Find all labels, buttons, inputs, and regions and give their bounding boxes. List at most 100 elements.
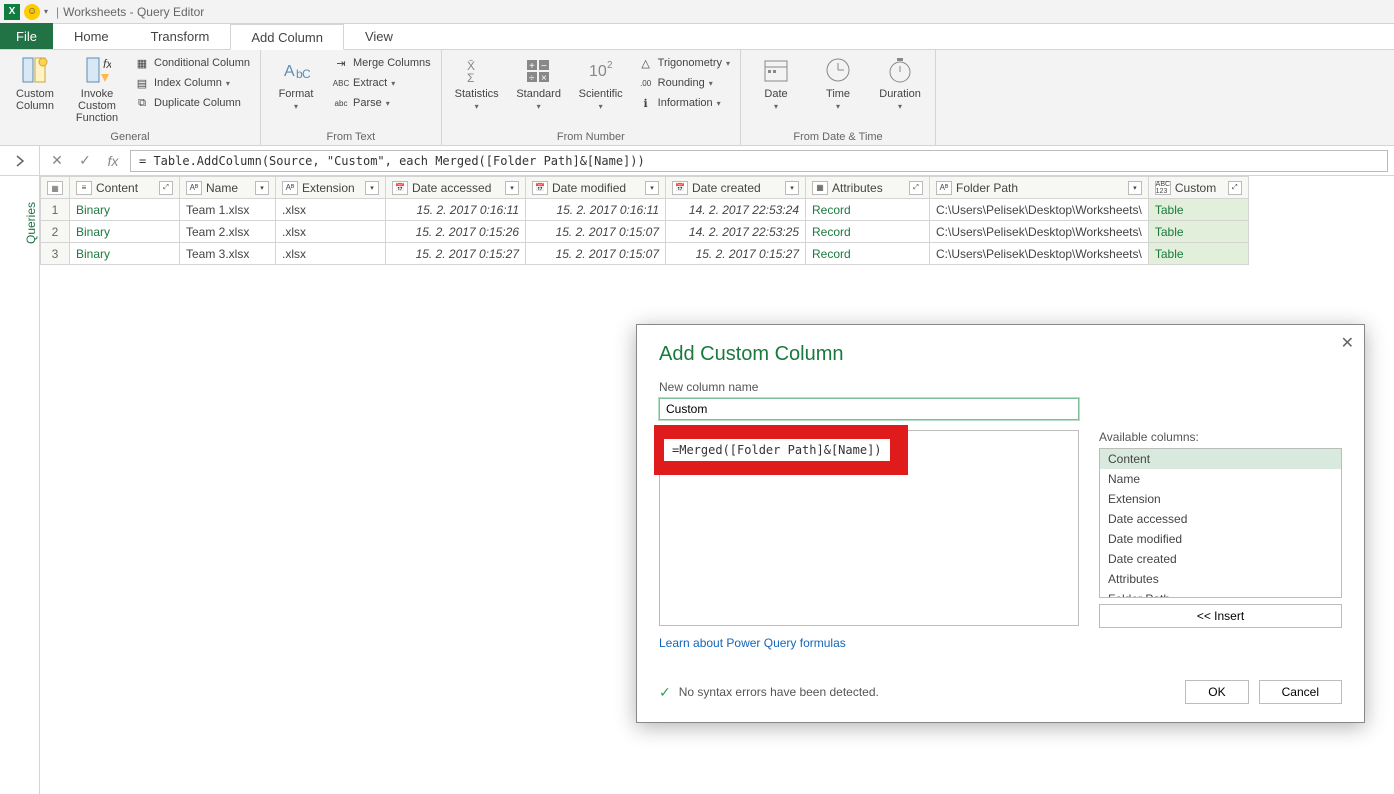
- ribbon-group-from-number: X̄Σ Statistics▾ +−÷× Standard▾ 102 Scien…: [442, 50, 741, 145]
- col-date-modified[interactable]: 📅Date modified▾: [526, 177, 666, 199]
- index-column-button[interactable]: ▤Index Column: [130, 74, 254, 92]
- row-number[interactable]: 1: [41, 199, 70, 221]
- tab-view[interactable]: View: [344, 23, 414, 49]
- cell-content[interactable]: Binary: [70, 243, 180, 265]
- new-column-name-input[interactable]: [659, 398, 1079, 420]
- expand-icon[interactable]: ⤢: [909, 181, 923, 195]
- available-column-item[interactable]: Date created: [1100, 549, 1341, 569]
- formula-bar-input[interactable]: [130, 150, 1388, 172]
- rounding-button[interactable]: .00Rounding: [634, 74, 734, 92]
- available-column-item[interactable]: Attributes: [1100, 569, 1341, 589]
- tab-transform[interactable]: Transform: [130, 23, 231, 49]
- cell-content[interactable]: Binary: [70, 221, 180, 243]
- duration-button[interactable]: Duration▾: [871, 52, 929, 129]
- col-extension[interactable]: AᴮExtension▾: [276, 177, 386, 199]
- conditional-column-button[interactable]: ▦Conditional Column: [130, 54, 254, 72]
- cell-date-modified[interactable]: 15. 2. 2017 0:16:11: [526, 199, 666, 221]
- available-column-item[interactable]: Folder Path: [1100, 589, 1341, 598]
- cell-date-modified[interactable]: 15. 2. 2017 0:15:07: [526, 221, 666, 243]
- expand-icon[interactable]: ⤢: [159, 181, 173, 195]
- cell-custom[interactable]: Table: [1148, 243, 1248, 265]
- time-button[interactable]: Time▾: [809, 52, 867, 129]
- filter-icon[interactable]: ▾: [1128, 181, 1142, 195]
- parse-button[interactable]: abcParse: [329, 94, 435, 112]
- cell-extension[interactable]: .xlsx: [276, 243, 386, 265]
- cell-name[interactable]: Team 3.xlsx: [180, 243, 276, 265]
- information-button[interactable]: ℹInformation: [634, 94, 734, 112]
- filter-icon[interactable]: ▾: [255, 181, 269, 195]
- extract-button[interactable]: ABCExtract: [329, 74, 435, 92]
- ok-button[interactable]: OK: [1185, 680, 1248, 704]
- cell-date-accessed[interactable]: 15. 2. 2017 0:16:11: [386, 199, 526, 221]
- scientific-button[interactable]: 102 Scientific▾: [572, 52, 630, 129]
- available-column-item[interactable]: Date modified: [1100, 529, 1341, 549]
- standard-button[interactable]: +−÷× Standard▾: [510, 52, 568, 129]
- cell-date-created[interactable]: 14. 2. 2017 22:53:25: [666, 221, 806, 243]
- col-name[interactable]: AᴮName▾: [180, 177, 276, 199]
- available-column-item[interactable]: Name: [1100, 469, 1341, 489]
- date-button[interactable]: Date▾: [747, 52, 805, 129]
- tab-add-column[interactable]: Add Column: [230, 24, 344, 50]
- available-columns-list[interactable]: ContentNameExtensionDate accessedDate mo…: [1099, 448, 1342, 598]
- cell-name[interactable]: Team 1.xlsx: [180, 199, 276, 221]
- cell-custom[interactable]: Table: [1148, 199, 1248, 221]
- table-row[interactable]: 2BinaryTeam 2.xlsx.xlsx15. 2. 2017 0:15:…: [41, 221, 1249, 243]
- cell-folder-path[interactable]: C:\Users\Pelisek\Desktop\Worksheets\: [930, 221, 1149, 243]
- cancel-formula-icon[interactable]: ✕: [46, 152, 68, 169]
- col-folder-path[interactable]: AᴮFolder Path▾: [930, 177, 1149, 199]
- filter-icon[interactable]: ▾: [365, 181, 379, 195]
- cell-date-created[interactable]: 15. 2. 2017 0:15:27: [666, 243, 806, 265]
- table-row[interactable]: 3BinaryTeam 3.xlsx.xlsx15. 2. 2017 0:15:…: [41, 243, 1249, 265]
- tab-home[interactable]: Home: [53, 23, 130, 49]
- cell-attributes[interactable]: Record: [806, 243, 930, 265]
- cell-date-accessed[interactable]: 15. 2. 2017 0:15:27: [386, 243, 526, 265]
- formula-highlight-box: =Merged([Folder Path]&[Name]): [654, 425, 908, 475]
- cell-folder-path[interactable]: C:\Users\Pelisek\Desktop\Worksheets\: [930, 243, 1149, 265]
- cell-name[interactable]: Team 2.xlsx: [180, 221, 276, 243]
- available-column-item[interactable]: Date accessed: [1100, 509, 1341, 529]
- insert-button[interactable]: << Insert: [1099, 604, 1342, 628]
- cell-date-created[interactable]: 14. 2. 2017 22:53:24: [666, 199, 806, 221]
- cell-date-accessed[interactable]: 15. 2. 2017 0:15:26: [386, 221, 526, 243]
- learn-formulas-link[interactable]: Learn about Power Query formulas: [659, 636, 846, 650]
- filter-icon[interactable]: ▾: [505, 181, 519, 195]
- available-column-item[interactable]: Content: [1100, 449, 1341, 469]
- cell-extension[interactable]: .xlsx: [276, 221, 386, 243]
- row-number[interactable]: 2: [41, 221, 70, 243]
- commit-formula-icon[interactable]: ✓: [74, 152, 96, 169]
- col-custom[interactable]: ABC123Custom⤢: [1148, 177, 1248, 199]
- cancel-button[interactable]: Cancel: [1259, 680, 1342, 704]
- trigonometry-button[interactable]: △Trigonometry: [634, 54, 734, 72]
- format-button[interactable]: AbC Format ▾: [267, 52, 325, 129]
- qat-chevron-icon[interactable]: ▾: [44, 7, 48, 16]
- col-date-created[interactable]: 📅Date created▾: [666, 177, 806, 199]
- cell-attributes[interactable]: Record: [806, 199, 930, 221]
- cell-attributes[interactable]: Record: [806, 221, 930, 243]
- statistics-button[interactable]: X̄Σ Statistics▾: [448, 52, 506, 129]
- available-column-item[interactable]: Extension: [1100, 489, 1341, 509]
- corner-cell[interactable]: ▦: [41, 177, 70, 199]
- data-grid[interactable]: ▦ ≡Content⤢ AᴮName▾ AᴮExtension▾ 📅Date a…: [40, 176, 1249, 265]
- filter-icon[interactable]: ▾: [785, 181, 799, 195]
- dialog-close-button[interactable]: ✕: [1341, 333, 1354, 353]
- invoke-custom-function-button[interactable]: fx Invoke Custom Function: [68, 52, 126, 129]
- merge-columns-button[interactable]: ⇥Merge Columns: [329, 54, 435, 72]
- fx-icon[interactable]: fx: [102, 153, 124, 169]
- queries-pane-toggle[interactable]: [0, 146, 40, 175]
- tab-file[interactable]: File: [0, 23, 53, 49]
- cell-content[interactable]: Binary: [70, 199, 180, 221]
- custom-column-button[interactable]: Custom Column: [6, 52, 64, 129]
- duplicate-column-button[interactable]: ⧉Duplicate Column: [130, 94, 254, 112]
- row-number[interactable]: 3: [41, 243, 70, 265]
- cell-date-modified[interactable]: 15. 2. 2017 0:15:07: [526, 243, 666, 265]
- cell-custom[interactable]: Table: [1148, 221, 1248, 243]
- col-content[interactable]: ≡Content⤢: [70, 177, 180, 199]
- table-row[interactable]: 1BinaryTeam 1.xlsx.xlsx15. 2. 2017 0:16:…: [41, 199, 1249, 221]
- filter-icon[interactable]: ▾: [645, 181, 659, 195]
- cell-extension[interactable]: .xlsx: [276, 199, 386, 221]
- col-attributes[interactable]: ▦Attributes⤢: [806, 177, 930, 199]
- col-date-accessed[interactable]: 📅Date accessed▾: [386, 177, 526, 199]
- custom-formula-textarea[interactable]: =Merged([Folder Path]&[Name]): [659, 430, 1079, 626]
- expand-icon[interactable]: ⤢: [1228, 181, 1242, 195]
- cell-folder-path[interactable]: C:\Users\Pelisek\Desktop\Worksheets\: [930, 199, 1149, 221]
